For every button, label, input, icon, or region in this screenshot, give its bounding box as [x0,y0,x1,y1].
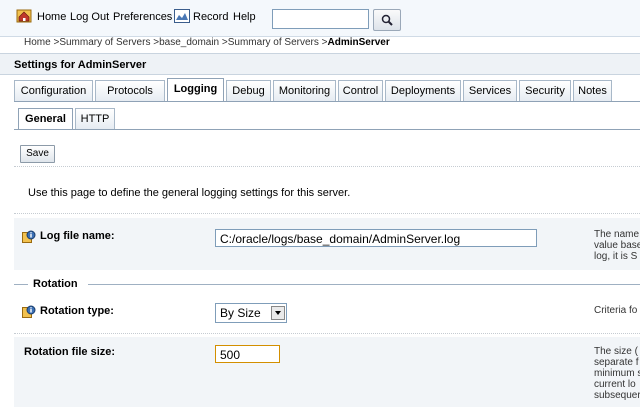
page-description: Use this page to define the general logg… [28,187,351,199]
tab-logging[interactable]: Logging [167,78,224,102]
settings-header: Settings for AdminServer [0,54,640,75]
rotation-file-size-input[interactable]: 500 [215,345,280,363]
breadcrumb-domain[interactable]: base_domain [159,37,219,48]
rotation-file-size-help: The size ( separate f minimum s current … [594,346,640,401]
tab-protocols[interactable]: Protocols [95,80,165,101]
search-icon [381,14,393,26]
rotation-type-value: By Size [220,306,261,320]
subtab-underline [14,129,640,130]
logout-link[interactable]: Log Out [70,11,109,23]
breadcrumb-summary-servers-2[interactable]: Summary of Servers [228,37,319,48]
save-button[interactable]: Save [20,145,55,163]
tab-deployments[interactable]: Deployments [385,80,461,101]
tab-debug[interactable]: Debug [226,80,271,101]
global-toolbar: Home Log Out Preferences Record Help [0,0,640,37]
divider [14,166,640,167]
tab-notes[interactable]: Notes [573,80,612,101]
log-file-name-help: The name value base log, it is S [594,229,640,262]
rotation-type-help: Criteria fo [594,305,638,316]
home-icon[interactable] [16,9,32,23]
search-input[interactable] [272,9,369,29]
tab-configuration[interactable]: Configuration [14,80,93,101]
log-file-name-input[interactable]: C:/oracle/logs/base_domain/AdminServer.l… [215,229,537,247]
help-link[interactable]: Help [233,11,256,23]
section-divider [14,284,28,285]
breadcrumb-summary-servers[interactable]: Summary of Servers [59,37,150,48]
preferences-link[interactable]: Preferences [113,11,172,23]
log-file-name-label: Log file name: [40,230,115,242]
breadcrumb-home[interactable]: Home [24,37,51,48]
chevron-down-icon[interactable] [271,306,285,320]
tab-security[interactable]: Security [519,80,571,101]
tab-monitoring[interactable]: Monitoring [273,80,336,101]
search-button[interactable] [373,9,401,31]
home-link[interactable]: Home [37,11,66,23]
record-link[interactable]: Record [193,11,228,23]
breadcrumb-current: AdminServer [327,37,390,48]
info-icon[interactable] [22,305,36,318]
rotation-type-select[interactable]: By Size [215,303,287,323]
divider [14,333,640,334]
subtab-general[interactable]: General [18,108,73,129]
subtab-http[interactable]: HTTP [75,108,115,129]
divider [14,213,640,214]
info-icon[interactable] [22,230,36,243]
rotation-type-label: Rotation type: [40,305,114,317]
tab-control[interactable]: Control [338,80,383,101]
section-divider [88,284,640,285]
tab-services[interactable]: Services [463,80,517,101]
breadcrumb: Home >Summary of Servers >base_domain >S… [24,37,390,48]
rotation-section-title: Rotation [33,278,78,290]
rotation-file-size-label: Rotation file size: [24,346,116,358]
tab-underline [14,101,640,102]
record-icon[interactable] [174,9,190,23]
page-title: Settings for AdminServer [14,59,147,71]
